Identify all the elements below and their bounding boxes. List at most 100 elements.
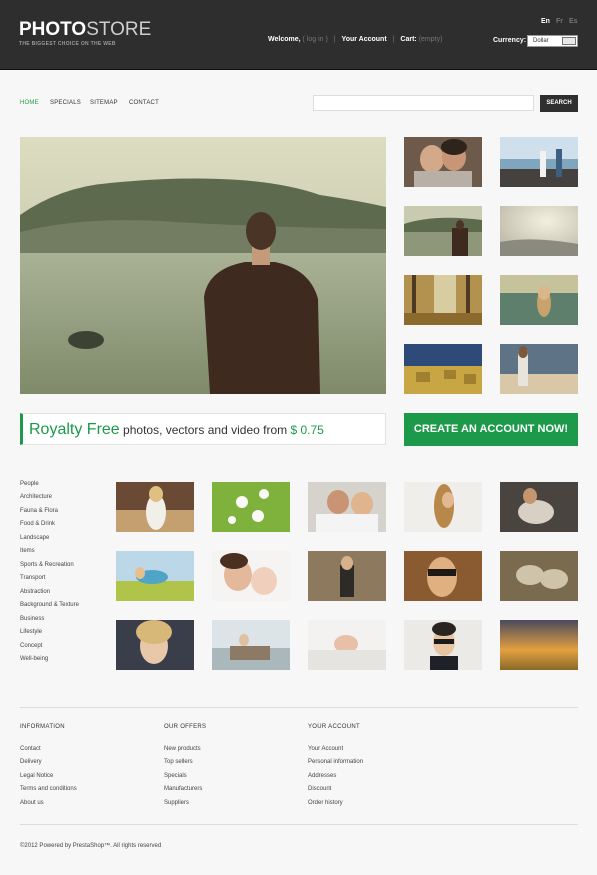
nav-home[interactable]: HOME xyxy=(20,100,39,106)
category-people[interactable]: People xyxy=(20,481,39,487)
thumb-man-wall[interactable] xyxy=(500,344,578,394)
footer-link-terms[interactable]: Terms and conditions xyxy=(20,786,77,792)
gallery-photo[interactable] xyxy=(404,620,482,670)
royalty-highlight: Royalty Free xyxy=(29,421,120,438)
gallery-photo-graphic xyxy=(212,551,290,601)
gallery-photo-graphic xyxy=(212,620,290,670)
category-concept[interactable]: Concept xyxy=(20,643,42,649)
gallery-photo[interactable] xyxy=(500,620,578,670)
category-transport[interactable]: Transport xyxy=(20,575,45,581)
thumb-woman-sea[interactable] xyxy=(500,275,578,325)
copyright-text: ©2012 Powered by PrestaShop™. All rights… xyxy=(20,843,162,849)
category-landscape[interactable]: Landscape xyxy=(20,535,49,541)
create-account-button[interactable]: CREATE AN ACCOUNT NOW! xyxy=(404,413,578,446)
category-food-drink[interactable]: Food & Drink xyxy=(20,521,55,527)
footer-link-specials[interactable]: Specials xyxy=(164,773,187,779)
thumb-graphic xyxy=(500,344,578,394)
gallery-photo[interactable] xyxy=(212,620,290,670)
search-button[interactable]: SEARCH xyxy=(540,95,578,112)
language-fr[interactable]: Fr xyxy=(556,18,563,25)
cart-status: (empty) xyxy=(418,36,443,43)
gallery-photo-graphic xyxy=(404,551,482,601)
currency-dropdown-button[interactable] xyxy=(562,37,576,45)
category-well-being[interactable]: Well-being xyxy=(20,656,48,662)
thumb-autumn-forest[interactable] xyxy=(404,275,482,325)
separator: | xyxy=(392,36,395,43)
gallery-photo-graphic xyxy=(116,482,194,532)
category-background-texture[interactable]: Background & Texture xyxy=(20,602,79,608)
thumb-graphic xyxy=(500,275,578,325)
gallery-photo[interactable] xyxy=(500,482,578,532)
gallery-photo-graphic xyxy=(308,482,386,532)
category-abstraction[interactable]: Abstraction xyxy=(20,589,50,595)
thumb-couple-beach[interactable] xyxy=(500,137,578,187)
your-account-link[interactable]: Your Account xyxy=(342,36,387,43)
gallery-photo-graphic xyxy=(404,620,482,670)
thumb-man-lake[interactable] xyxy=(404,206,482,256)
gallery-photo[interactable] xyxy=(308,551,386,601)
footer-heading-information: INFORMATION xyxy=(20,724,65,730)
gallery-photo[interactable] xyxy=(116,482,194,532)
nav-contact[interactable]: CONTACT xyxy=(129,100,159,106)
category-sports-recreation[interactable]: Sports & Recreation xyxy=(20,562,74,568)
category-items[interactable]: Items xyxy=(20,548,35,554)
thumb-graphic xyxy=(500,206,578,256)
footer-link-top-sellers[interactable]: Top sellers xyxy=(164,759,193,765)
thumb-graphic xyxy=(404,344,482,394)
footer-link-contact[interactable]: Contact xyxy=(20,746,41,752)
footer-link-delivery[interactable]: Delivery xyxy=(20,759,42,765)
separator: | xyxy=(333,36,336,43)
search-input[interactable] xyxy=(313,95,534,111)
footer-link-manufacturers[interactable]: Manufacturers xyxy=(164,786,202,792)
currency-label: Currency: xyxy=(493,37,527,44)
store-tagline: THE BIGGEST CHOICE ON THE WEB xyxy=(19,41,116,47)
thumb-graphic xyxy=(404,206,482,256)
thumb-misty-sunset[interactable] xyxy=(500,206,578,256)
footer-link-addresses[interactable]: Addresses xyxy=(308,773,336,779)
footer-link-new-products[interactable]: New products xyxy=(164,746,201,752)
footer-link-about-us[interactable]: About us xyxy=(20,800,44,806)
footer-link-personal-information[interactable]: Personal information xyxy=(308,759,363,765)
royalty-text: Royalty Free photos, vectors and video f… xyxy=(29,421,324,439)
footer-heading-your-account: YOUR ACCOUNT xyxy=(308,724,360,730)
footer-link-order-history[interactable]: Order history xyxy=(308,800,343,806)
gallery-photo[interactable] xyxy=(500,551,578,601)
thumb-hay-field[interactable] xyxy=(404,344,482,394)
footer-link-discount[interactable]: Discount xyxy=(308,786,331,792)
footer-link-your-account[interactable]: Your Account xyxy=(308,746,343,752)
login-link[interactable]: ( log in ) xyxy=(303,36,328,43)
gallery-photo[interactable] xyxy=(116,551,194,601)
footer-heading-our-offers: OUR OFFERS xyxy=(164,724,207,730)
gallery-photo-graphic xyxy=(500,551,578,601)
gallery-photo[interactable] xyxy=(212,482,290,532)
language-en[interactable]: En xyxy=(541,18,550,25)
currency-select[interactable]: Dollar xyxy=(527,35,578,47)
gallery-photo[interactable] xyxy=(404,551,482,601)
user-info-bar: Welcome, ( log in ) | Your Account | Car… xyxy=(268,36,442,43)
gallery-photo[interactable] xyxy=(404,482,482,532)
gallery-photo[interactable] xyxy=(308,482,386,532)
cart-label[interactable]: Cart: xyxy=(400,36,416,43)
footer-divider xyxy=(20,707,578,708)
footer-link-legal-notice[interactable]: Legal Notice xyxy=(20,773,53,779)
thumb-couple-kissing[interactable] xyxy=(404,137,482,187)
thumb-graphic xyxy=(500,137,578,187)
language-es[interactable]: Es xyxy=(569,18,578,25)
category-lifestyle[interactable]: Lifestyle xyxy=(20,629,42,635)
thumb-graphic xyxy=(404,275,482,325)
category-business[interactable]: Business xyxy=(20,616,44,622)
gallery-photo-graphic xyxy=(404,482,482,532)
category-architecture[interactable]: Architecture xyxy=(20,494,52,500)
category-fauna-flora[interactable]: Fauna & Flora xyxy=(20,508,58,514)
store-logo[interactable]: PHOTOSTORE xyxy=(19,19,151,41)
footer-link-suppliers[interactable]: Suppliers xyxy=(164,800,189,806)
gallery-photo[interactable] xyxy=(116,620,194,670)
gallery-photo[interactable] xyxy=(212,551,290,601)
hero-photo-man-by-lake[interactable] xyxy=(20,137,386,394)
nav-sitemap[interactable]: SITEMAP xyxy=(90,100,118,106)
thumb-graphic xyxy=(404,137,482,187)
gallery-photo[interactable] xyxy=(308,620,386,670)
currency-value: Dollar xyxy=(533,38,549,44)
nav-specials[interactable]: SPECIALS xyxy=(50,100,81,106)
royalty-description: photos, vectors and video from xyxy=(123,423,288,437)
